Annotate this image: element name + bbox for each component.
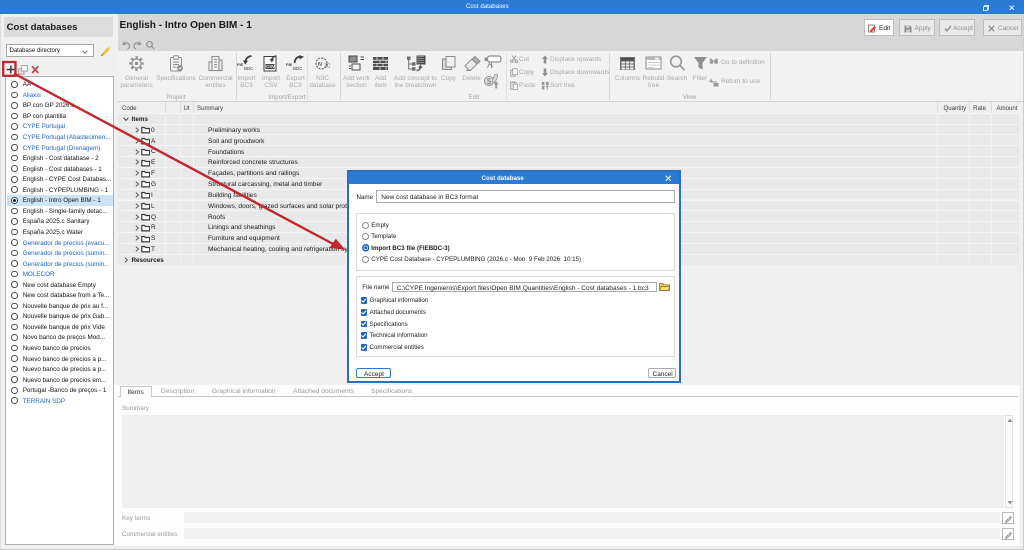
svg-text:FIE: FIE xyxy=(237,62,244,67)
svg-text:N: N xyxy=(318,62,322,68)
svg-text:FIE: FIE xyxy=(286,62,293,67)
svg-text:3C: 3C xyxy=(324,63,331,69)
svg-text:CSV: CSV xyxy=(266,64,275,69)
svg-text:BDC: BDC xyxy=(293,66,303,71)
svg-text:BDC: BDC xyxy=(244,66,254,71)
svg-text:$: $ xyxy=(487,76,492,85)
